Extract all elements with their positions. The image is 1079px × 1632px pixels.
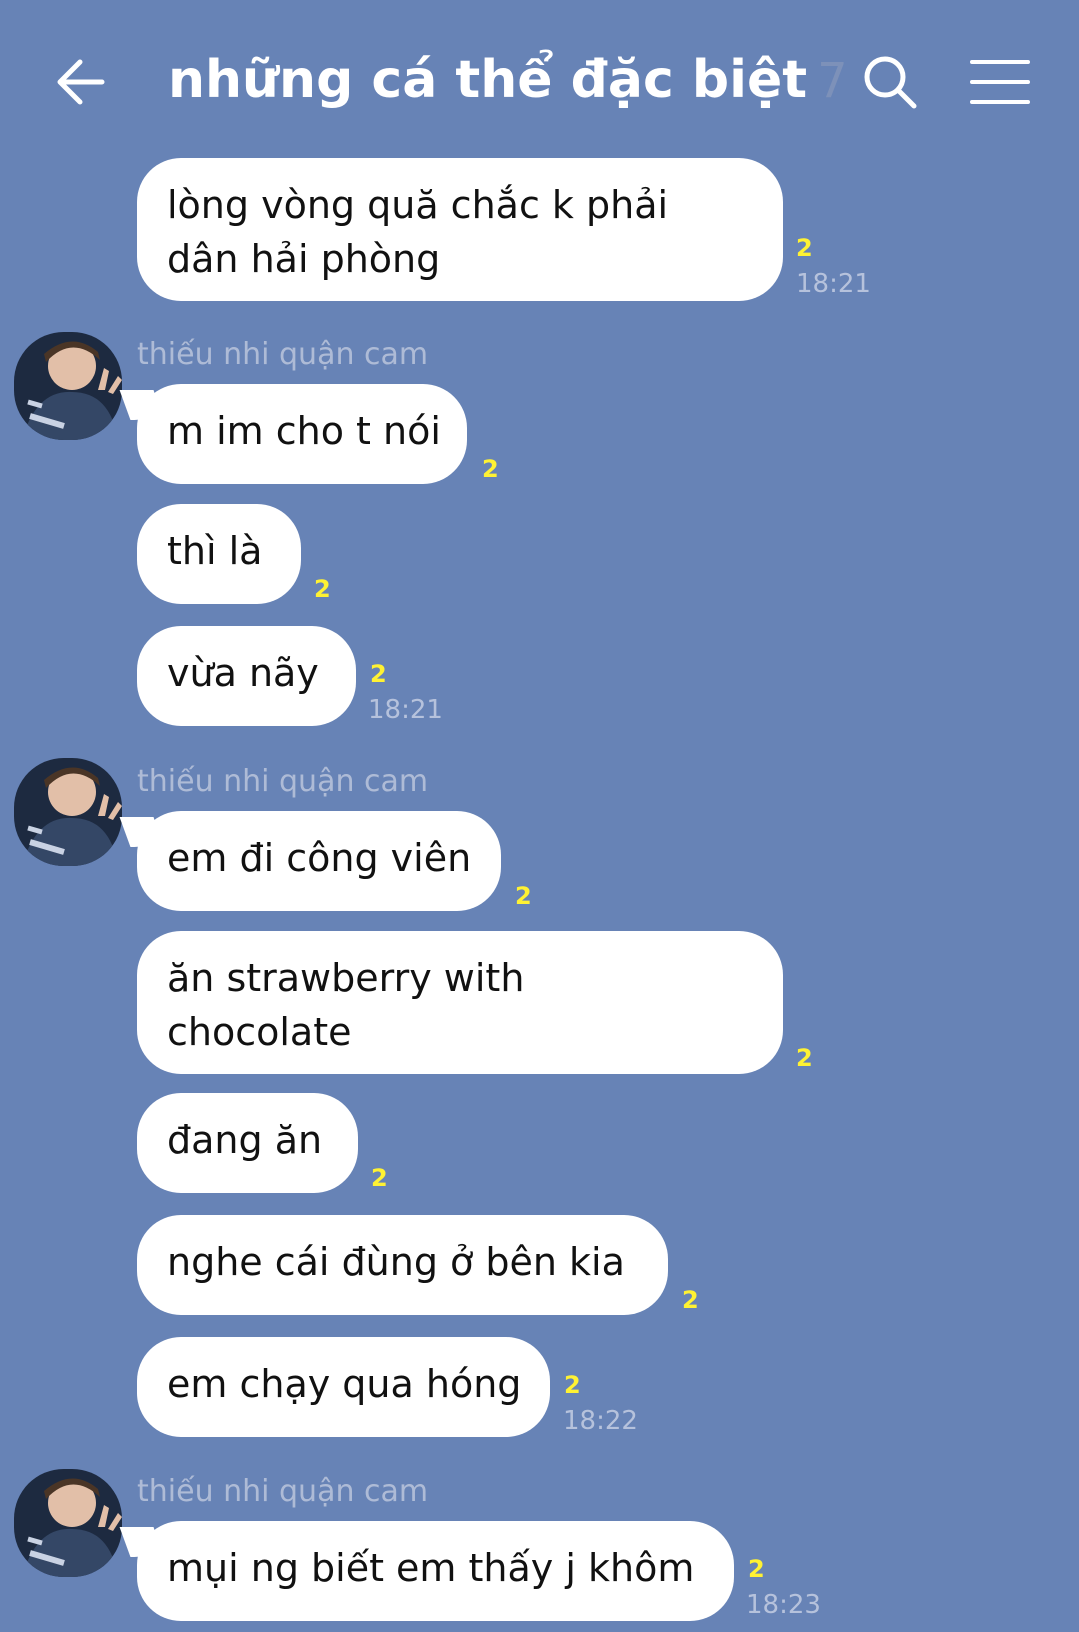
message-time: 18:23 <box>746 1590 821 1620</box>
message-text: m im cho t nói <box>167 409 441 453</box>
read-count: 2 <box>515 882 532 910</box>
chat-title-text: những cá thể đặc biệt <box>168 50 808 110</box>
sender-name: thiếu nhi quận cam <box>137 337 429 372</box>
message-time: 18:21 <box>796 269 871 299</box>
message-bubble[interactable]: thì là <box>137 504 301 604</box>
sender-avatar[interactable] <box>14 1469 122 1577</box>
menu-icon <box>970 60 1030 104</box>
message-bubble[interactable]: vừa nãy <box>137 626 356 726</box>
search-icon <box>864 56 917 109</box>
message-text-line: ăn strawberry with <box>167 956 525 1000</box>
menu-button[interactable] <box>968 56 1032 108</box>
message-bubble[interactable]: đang ăn <box>137 1093 358 1193</box>
message-bubble[interactable]: em chạy qua hóng <box>137 1337 550 1437</box>
message-time: 18:21 <box>368 695 443 725</box>
message-text-line: chocolate <box>167 1010 352 1054</box>
message-bubble[interactable]: em đi công viên <box>137 811 501 911</box>
message-bubble[interactable]: lòng vòng quă chắc k phải dân hải phòng <box>137 158 783 301</box>
read-count: 2 <box>370 660 387 688</box>
message-text: mụi ng biết em thấy j khôm <box>167 1546 695 1590</box>
sender-name: thiếu nhi quận cam <box>137 764 429 799</box>
message-text: em chạy qua hóng <box>167 1362 522 1406</box>
read-count: 2 <box>314 575 331 603</box>
message-text: vừa nãy <box>167 651 319 695</box>
chat-title: những cá thể đặc biệt 7 <box>168 40 848 120</box>
message-text: em đi công viên <box>167 836 472 880</box>
message-text: thì là <box>167 529 263 573</box>
read-count: 2 <box>682 1286 699 1314</box>
avatar-image <box>14 332 122 440</box>
read-count: 2 <box>371 1164 388 1192</box>
message-text: đang ăn <box>167 1118 323 1162</box>
message-bubble[interactable]: m im cho t nói <box>137 384 467 484</box>
member-count: 7 <box>817 53 848 109</box>
read-count: 2 <box>796 1044 813 1072</box>
sender-avatar[interactable] <box>14 758 122 866</box>
read-count: 2 <box>748 1555 765 1583</box>
sender-name: thiếu nhi quận cam <box>137 1474 429 1509</box>
avatar-image <box>14 1469 122 1577</box>
read-count: 2 <box>564 1371 581 1399</box>
message-time: 18:22 <box>563 1406 638 1436</box>
read-count: 2 <box>482 455 499 483</box>
message-bubble[interactable]: ăn strawberry with chocolate <box>137 931 783 1074</box>
search-button[interactable] <box>860 52 920 112</box>
message-bubble[interactable]: mụi ng biết em thấy j khôm <box>137 1521 734 1621</box>
back-arrow-icon <box>57 59 105 105</box>
message-text-line: dân hải phòng <box>167 237 441 281</box>
back-button[interactable] <box>50 52 120 112</box>
chat-header: những cá thể đặc biệt 7 <box>0 0 1079 150</box>
avatar-image <box>14 758 122 866</box>
sender-avatar[interactable] <box>14 332 122 440</box>
message-text-line: lòng vòng quă chắc k phải <box>167 183 669 227</box>
message-text: nghe cái đùng ở bên kia <box>167 1240 625 1284</box>
read-count: 2 <box>796 234 813 262</box>
message-bubble[interactable]: nghe cái đùng ở bên kia <box>137 1215 668 1315</box>
